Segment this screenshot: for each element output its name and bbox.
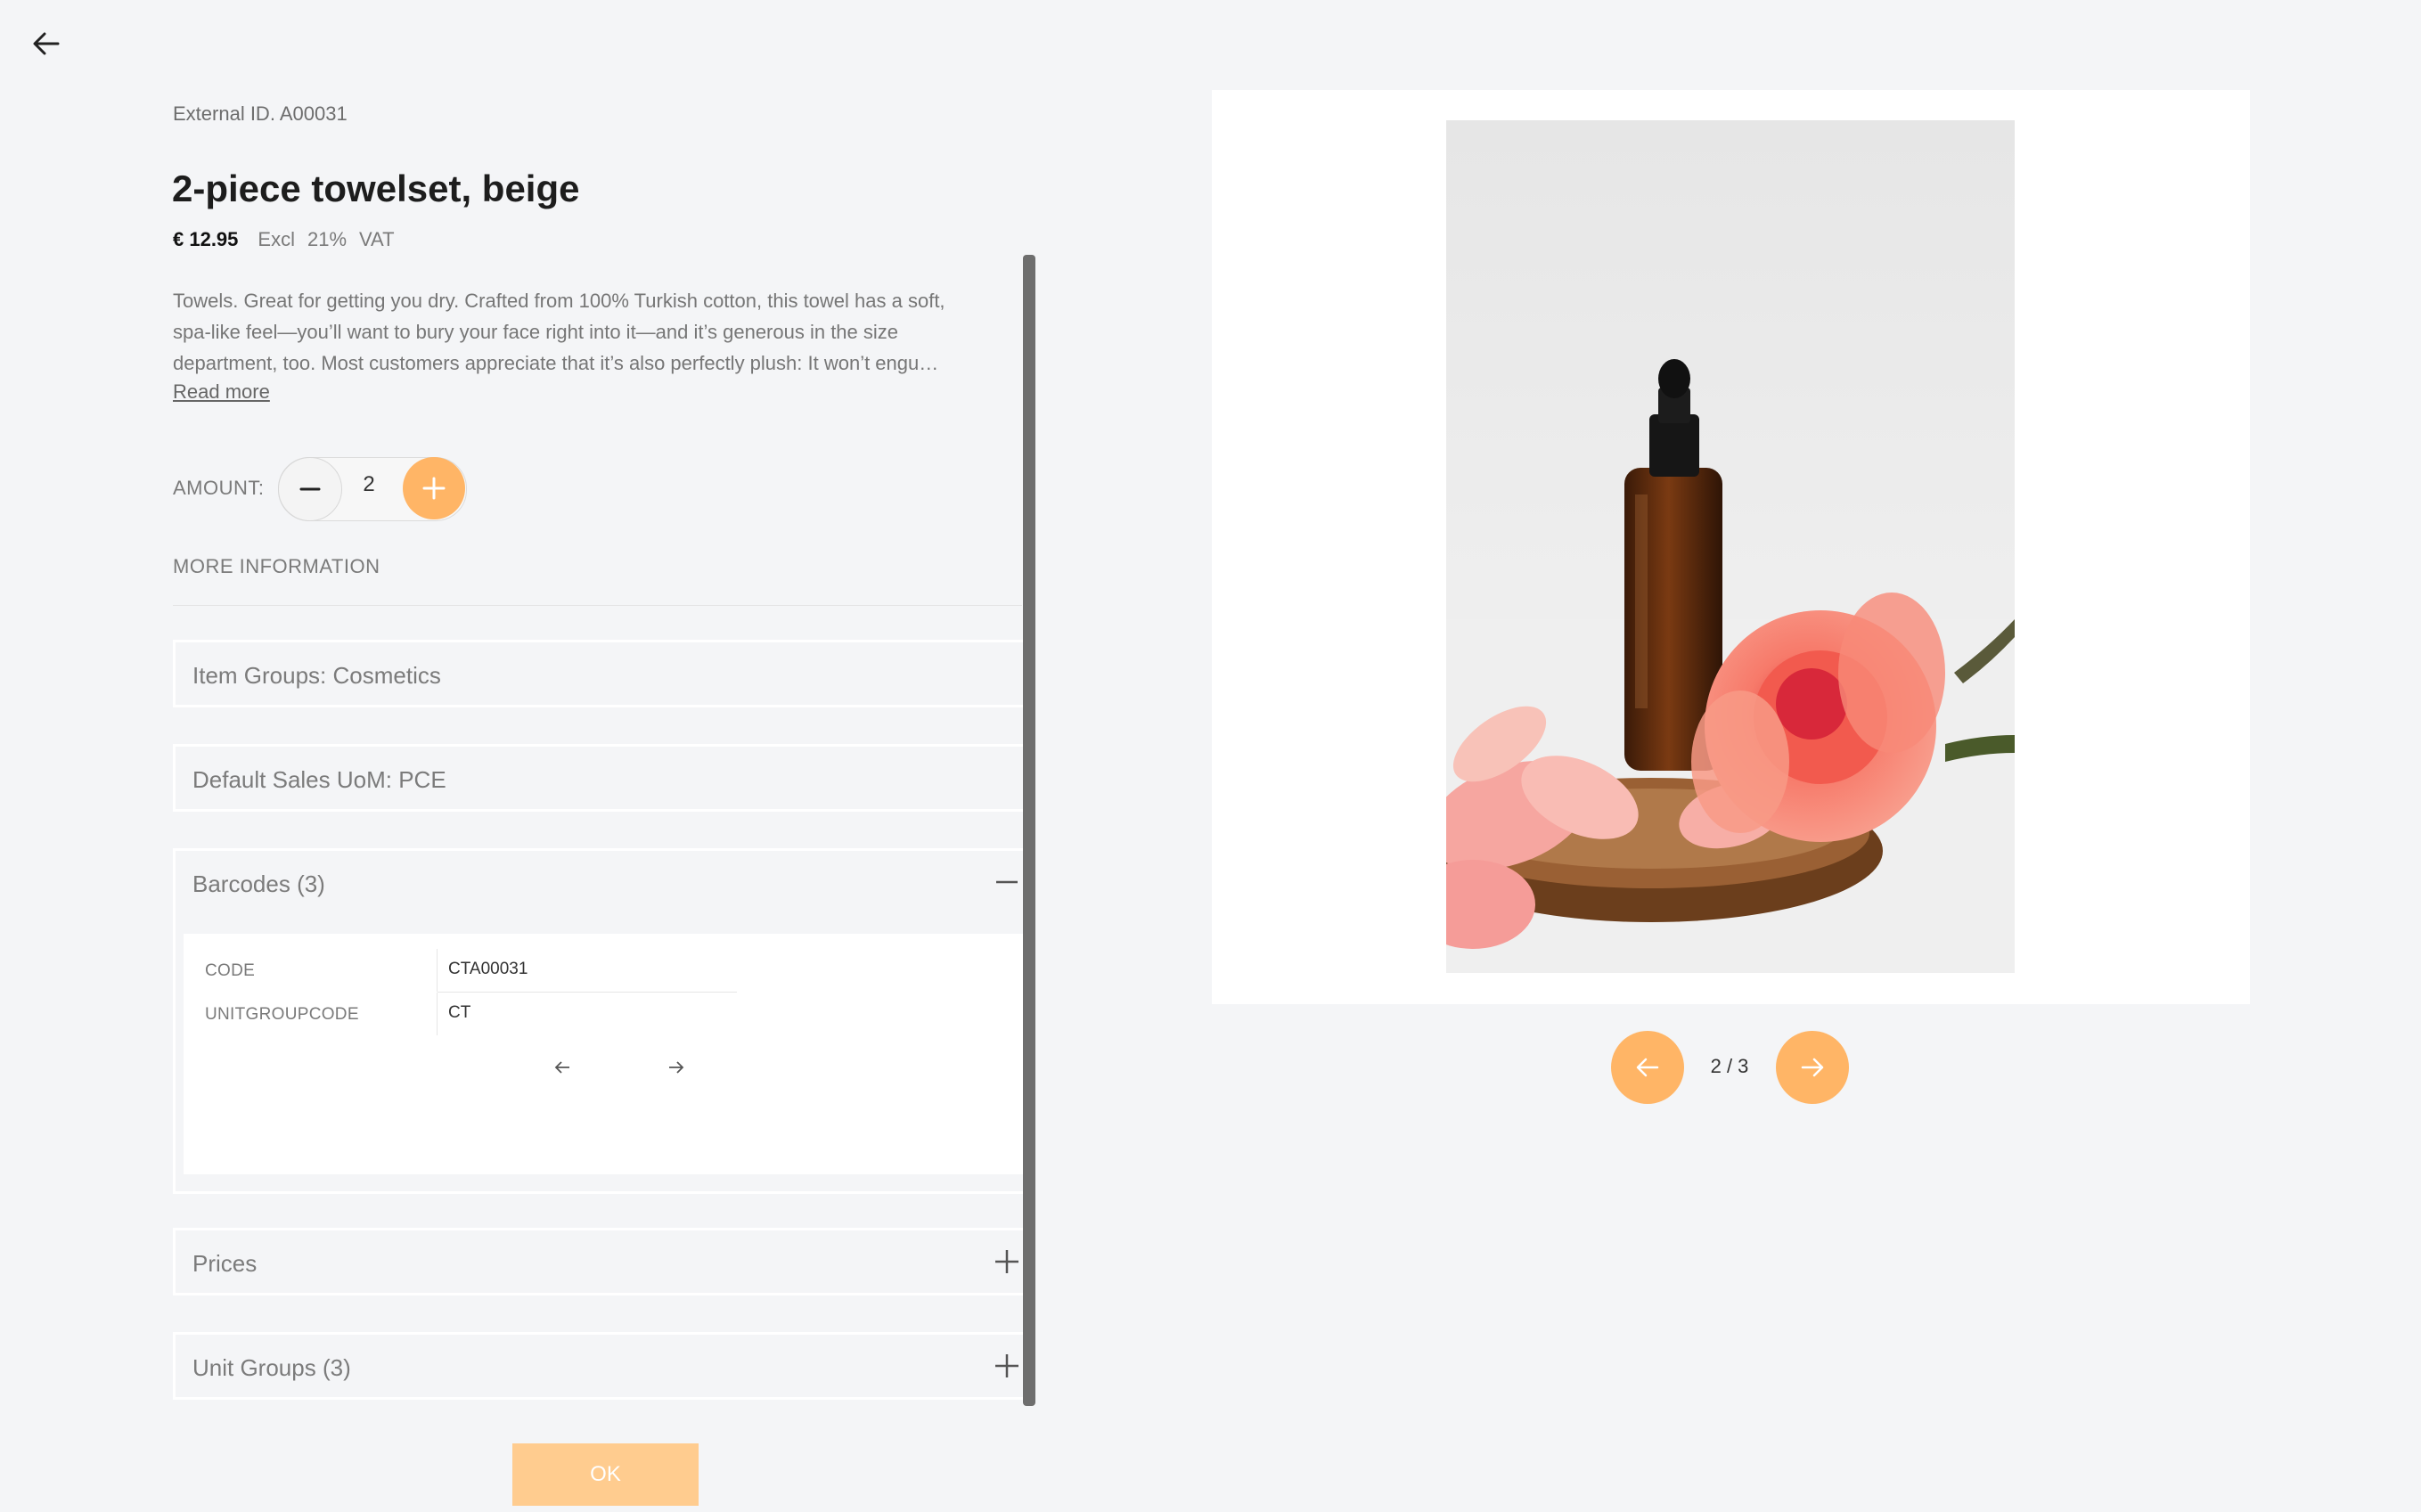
plus-icon bbox=[422, 477, 446, 500]
divider bbox=[437, 993, 438, 1035]
collapse-button[interactable] bbox=[994, 869, 1020, 895]
product-image bbox=[1446, 120, 2015, 973]
accordion-prices[interactable]: Prices bbox=[173, 1228, 1035, 1295]
read-more-link[interactable]: Read more bbox=[173, 380, 270, 404]
product-title: 2-piece towelset, beige bbox=[172, 168, 580, 209]
accordion-default-uom[interactable]: Default Sales UoM: PCE bbox=[173, 744, 1035, 812]
scrollbar[interactable] bbox=[1023, 255, 1035, 1406]
arrow-left-icon bbox=[554, 1061, 569, 1074]
external-id: External ID. A00031 bbox=[173, 102, 348, 125]
description-line: department, too. Most customers apprecia… bbox=[173, 352, 939, 374]
ok-button[interactable]: OK bbox=[512, 1443, 699, 1506]
product-image-frame bbox=[1212, 90, 2250, 1004]
divider bbox=[437, 949, 438, 992]
increase-button[interactable] bbox=[403, 457, 465, 519]
price-row: € 12.95 Excl 21% VAT bbox=[173, 228, 395, 251]
accordion-item-groups[interactable]: Item Groups: Cosmetics bbox=[173, 640, 1035, 707]
barcode-value: CT bbox=[448, 1003, 471, 1022]
accordion-label: Unit Groups (3) bbox=[192, 1354, 351, 1381]
barcode-key: UNITGROUPCODE bbox=[205, 1005, 359, 1024]
barcode-next-button[interactable] bbox=[658, 1050, 694, 1085]
accordion-barcodes: Barcodes (3) CODE CTA00031 UNITGROUPCODE… bbox=[173, 848, 1035, 1194]
vat-excl-label: Excl bbox=[258, 228, 295, 250]
accordion-label: Prices bbox=[192, 1250, 258, 1277]
description-line: Towels. Great for getting you dry. Craft… bbox=[173, 290, 945, 312]
quantity-value[interactable]: 2 bbox=[340, 472, 397, 497]
arrow-right-icon bbox=[1801, 1058, 1824, 1077]
plus-icon bbox=[995, 1250, 1018, 1273]
expand-button[interactable] bbox=[994, 1248, 1020, 1275]
arrow-left-icon bbox=[33, 32, 60, 55]
gallery-next-button[interactable] bbox=[1776, 1031, 1849, 1104]
barcode-value: CTA00031 bbox=[448, 960, 528, 978]
plus-icon bbox=[995, 1354, 1018, 1377]
barcode-table: CODE CTA00031 UNITGROUPCODE CT bbox=[184, 934, 1030, 1174]
accordion-label: Item Groups: Cosmetics bbox=[192, 662, 441, 689]
table-row: UNITGROUPCODE CT bbox=[184, 993, 736, 1035]
gallery-pager: 2 / 3 bbox=[1710, 1055, 1749, 1077]
amount-label: AMOUNT: bbox=[173, 477, 265, 499]
accordion-label[interactable]: Barcodes (3) bbox=[192, 870, 325, 898]
barcode-prev-button[interactable] bbox=[544, 1050, 580, 1085]
divider bbox=[173, 605, 1022, 606]
vat-percentage: 21% bbox=[307, 228, 348, 250]
minus-icon bbox=[299, 487, 321, 491]
accordion-label: Default Sales UoM: PCE bbox=[192, 766, 446, 793]
vat-label: VAT bbox=[359, 228, 395, 250]
barcode-key: CODE bbox=[205, 961, 256, 980]
back-button[interactable] bbox=[27, 20, 66, 68]
arrow-right-icon bbox=[669, 1061, 684, 1074]
description-line: spa-like feel—you’ll want to bury your f… bbox=[173, 321, 899, 343]
expand-button[interactable] bbox=[994, 1353, 1020, 1379]
arrow-left-icon bbox=[1636, 1058, 1659, 1077]
gallery-prev-button[interactable] bbox=[1611, 1031, 1684, 1104]
product-description: Towels. Great for getting you dry. Craft… bbox=[173, 285, 1019, 379]
accordion-unit-groups[interactable]: Unit Groups (3) bbox=[173, 1332, 1035, 1400]
minus-icon bbox=[996, 880, 1018, 884]
product-price: € 12.95 bbox=[173, 228, 239, 250]
decrease-button[interactable] bbox=[278, 457, 342, 521]
table-row: CODE CTA00031 bbox=[184, 949, 736, 992]
more-information-heading: MORE INFORMATION bbox=[173, 555, 380, 577]
